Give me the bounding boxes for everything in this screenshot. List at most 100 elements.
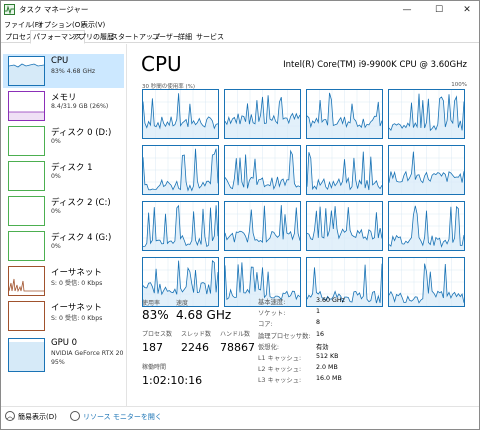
logical-processor-graph [388,145,465,195]
sidebar-sub: 0% [51,138,61,145]
ethernet-thumbnail-graph [8,266,45,296]
logical-processor-graph [388,201,465,251]
process-count-value: 187 [142,341,163,354]
thread-count-value: 2246 [181,341,209,354]
logical-processor-graph [142,145,219,195]
sidebar-sub: NVIDIA GeForce RTX 20 [51,350,124,357]
sidebar-sub-2: 95% [51,359,65,366]
task-manager-app-icon [4,4,15,15]
minimize-button[interactable]: — [393,1,421,18]
info-key: L1 キャッシュ: [258,355,302,362]
logical-processor-graph [388,257,465,307]
sidebar-label: ディスク 1 [51,163,93,173]
resource-monitor-icon [70,411,80,421]
info-value: 8 [316,319,321,327]
sidebar-label: CPU [51,56,69,66]
logical-processor-graph [306,89,383,139]
task-manager-window: タスク マネージャー — ☐ ✕ ファイル(F) オプション(O) 表示(V) … [0,0,480,430]
logical-processor-graph [224,89,301,139]
info-key: 基本速度: [258,299,286,306]
logical-processor-graph [306,201,383,251]
usage-value: 83% [142,308,169,322]
sidebar-item-cpu[interactable]: CPU 83% 4.68 GHz [3,54,124,88]
thread-count-label: スレッド数 [181,331,212,338]
chevron-up-icon[interactable]: ︿ [5,411,15,421]
tab-bar: プロセス パフォーマンス アプリの履歴 スタートアップ ユーザー 詳細 サービス [1,30,479,44]
info-value: 1 [316,308,321,316]
sidebar-item-ethernet-2[interactable]: イーサネット S: 0 受信: 0 Kbps [3,299,124,333]
sidebar-sub: 0% [51,208,61,215]
sidebar-sub: S: 0 受信: 0 Kbps [51,280,103,287]
process-count-label: プロセス数 [142,331,173,338]
menu-options[interactable]: オプション(O) [37,20,83,30]
sidebar-label: GPU 0 [51,338,78,348]
disk-thumbnail-graph [8,126,45,156]
logical-processor-graphs [142,89,467,325]
disk-thumbnail-graph [8,231,45,261]
close-button[interactable]: ✕ [453,1,480,18]
sidebar-sub: S: 0 受信: 0 Kbps [51,315,103,322]
sidebar-sub: 83% 4.68 GHz [51,68,96,75]
page-title: CPU [141,52,182,76]
speed-label: 速度 [176,300,189,307]
speed-value: 4.68 GHz [176,308,232,322]
sidebar-sub: 0% [51,243,61,250]
cpu-thumbnail-graph [8,56,45,86]
logical-processor-graph [142,201,219,251]
sidebar-label: ディスク 0 (D:) [51,128,112,138]
footer-bar: ︿ 簡易表示(D) リソース モニターを開く [1,406,479,429]
sidebar-item-disk-1[interactable]: ディスク 1 0% [3,159,124,193]
sidebar-item-memory[interactable]: メモリ 8.4/31.9 GB (26%) [3,89,124,123]
logical-processor-graph [224,201,301,251]
disk-thumbnail-graph [8,161,45,191]
sidebar-label: ディスク 4 (G:) [51,233,112,243]
info-value: 3.60 GHz [316,297,345,304]
sidebar-item-ethernet-1[interactable]: イーサネット S: 0 受信: 0 Kbps [3,264,124,298]
sidebar-label: メモリ [51,93,77,103]
info-value: 2.0 MB [316,364,338,372]
sidebar-label: イーサネット [51,268,102,278]
sidebar-item-disk-4[interactable]: ディスク 4 (G:) 0% [3,229,124,263]
tab-details[interactable]: 詳細 [176,31,194,43]
sidebar-item-gpu[interactable]: GPU 0 NVIDIA GeForce RTX 20 95% [3,336,124,376]
gpu-thumbnail-graph [8,338,45,372]
info-key: L3 キャッシュ: [258,377,302,385]
uptime-label: 稼働時間 [142,364,167,371]
logical-processor-graph [388,89,465,139]
ethernet-thumbnail-graph [8,301,45,331]
tab-services[interactable]: サービス [194,31,226,43]
uptime-value: 1:02:10:16 [142,374,203,387]
logical-processor-graph [224,145,301,195]
memory-thumbnail-graph [8,91,45,121]
sidebar-label: ディスク 2 (C:) [51,198,111,208]
handle-count-value: 78867 [220,341,255,354]
menu-view[interactable]: 表示(V) [81,20,105,30]
sidebar-item-disk-2[interactable]: ディスク 2 (C:) 0% [3,194,124,228]
cpu-detail-pane: CPU Intel(R) Core(TM) i9-9900K CPU @ 3.6… [128,44,479,406]
logical-processor-graph [142,89,219,139]
info-value: 16 [316,330,325,338]
sidebar-label: イーサネット [51,303,102,313]
maximize-button[interactable]: ☐ [425,1,453,18]
disk-thumbnail-graph [8,196,45,226]
sidebar-sub: 8.4/31.9 GB (26%) [51,103,109,110]
info-key: ソケット: [258,310,286,318]
info-value: 512 KB [316,353,339,360]
info-key: コア: [258,321,273,329]
open-resource-monitor-link[interactable]: リソース モニターを開く [83,412,162,422]
info-key: 仮想化: [258,343,280,351]
sidebar-sub: 0% [51,173,61,180]
info-value: 有効 [316,343,329,351]
info-value: 16.0 MB [316,375,342,383]
cpu-model-name: Intel(R) Core(TM) i9-9900K CPU @ 3.60GHz [283,60,467,70]
menu-file[interactable]: ファイル(F) [4,20,42,30]
fewer-details-link[interactable]: 簡易表示(D) [18,412,57,422]
title-bar: タスク マネージャー — ☐ ✕ [1,1,479,18]
window-title: タスク マネージャー [19,5,89,14]
usage-label: 使用率 [142,300,161,307]
sidebar-item-disk-0[interactable]: ディスク 0 (D:) 0% [3,124,124,158]
resource-sidebar: CPU 83% 4.68 GHz メモリ 8.4/31.9 GB (26%) デ… [1,44,127,406]
info-key: L2 キャッシュ: [258,366,302,374]
utilization-max-label: 100% [451,82,467,88]
logical-processor-graph [306,145,383,195]
